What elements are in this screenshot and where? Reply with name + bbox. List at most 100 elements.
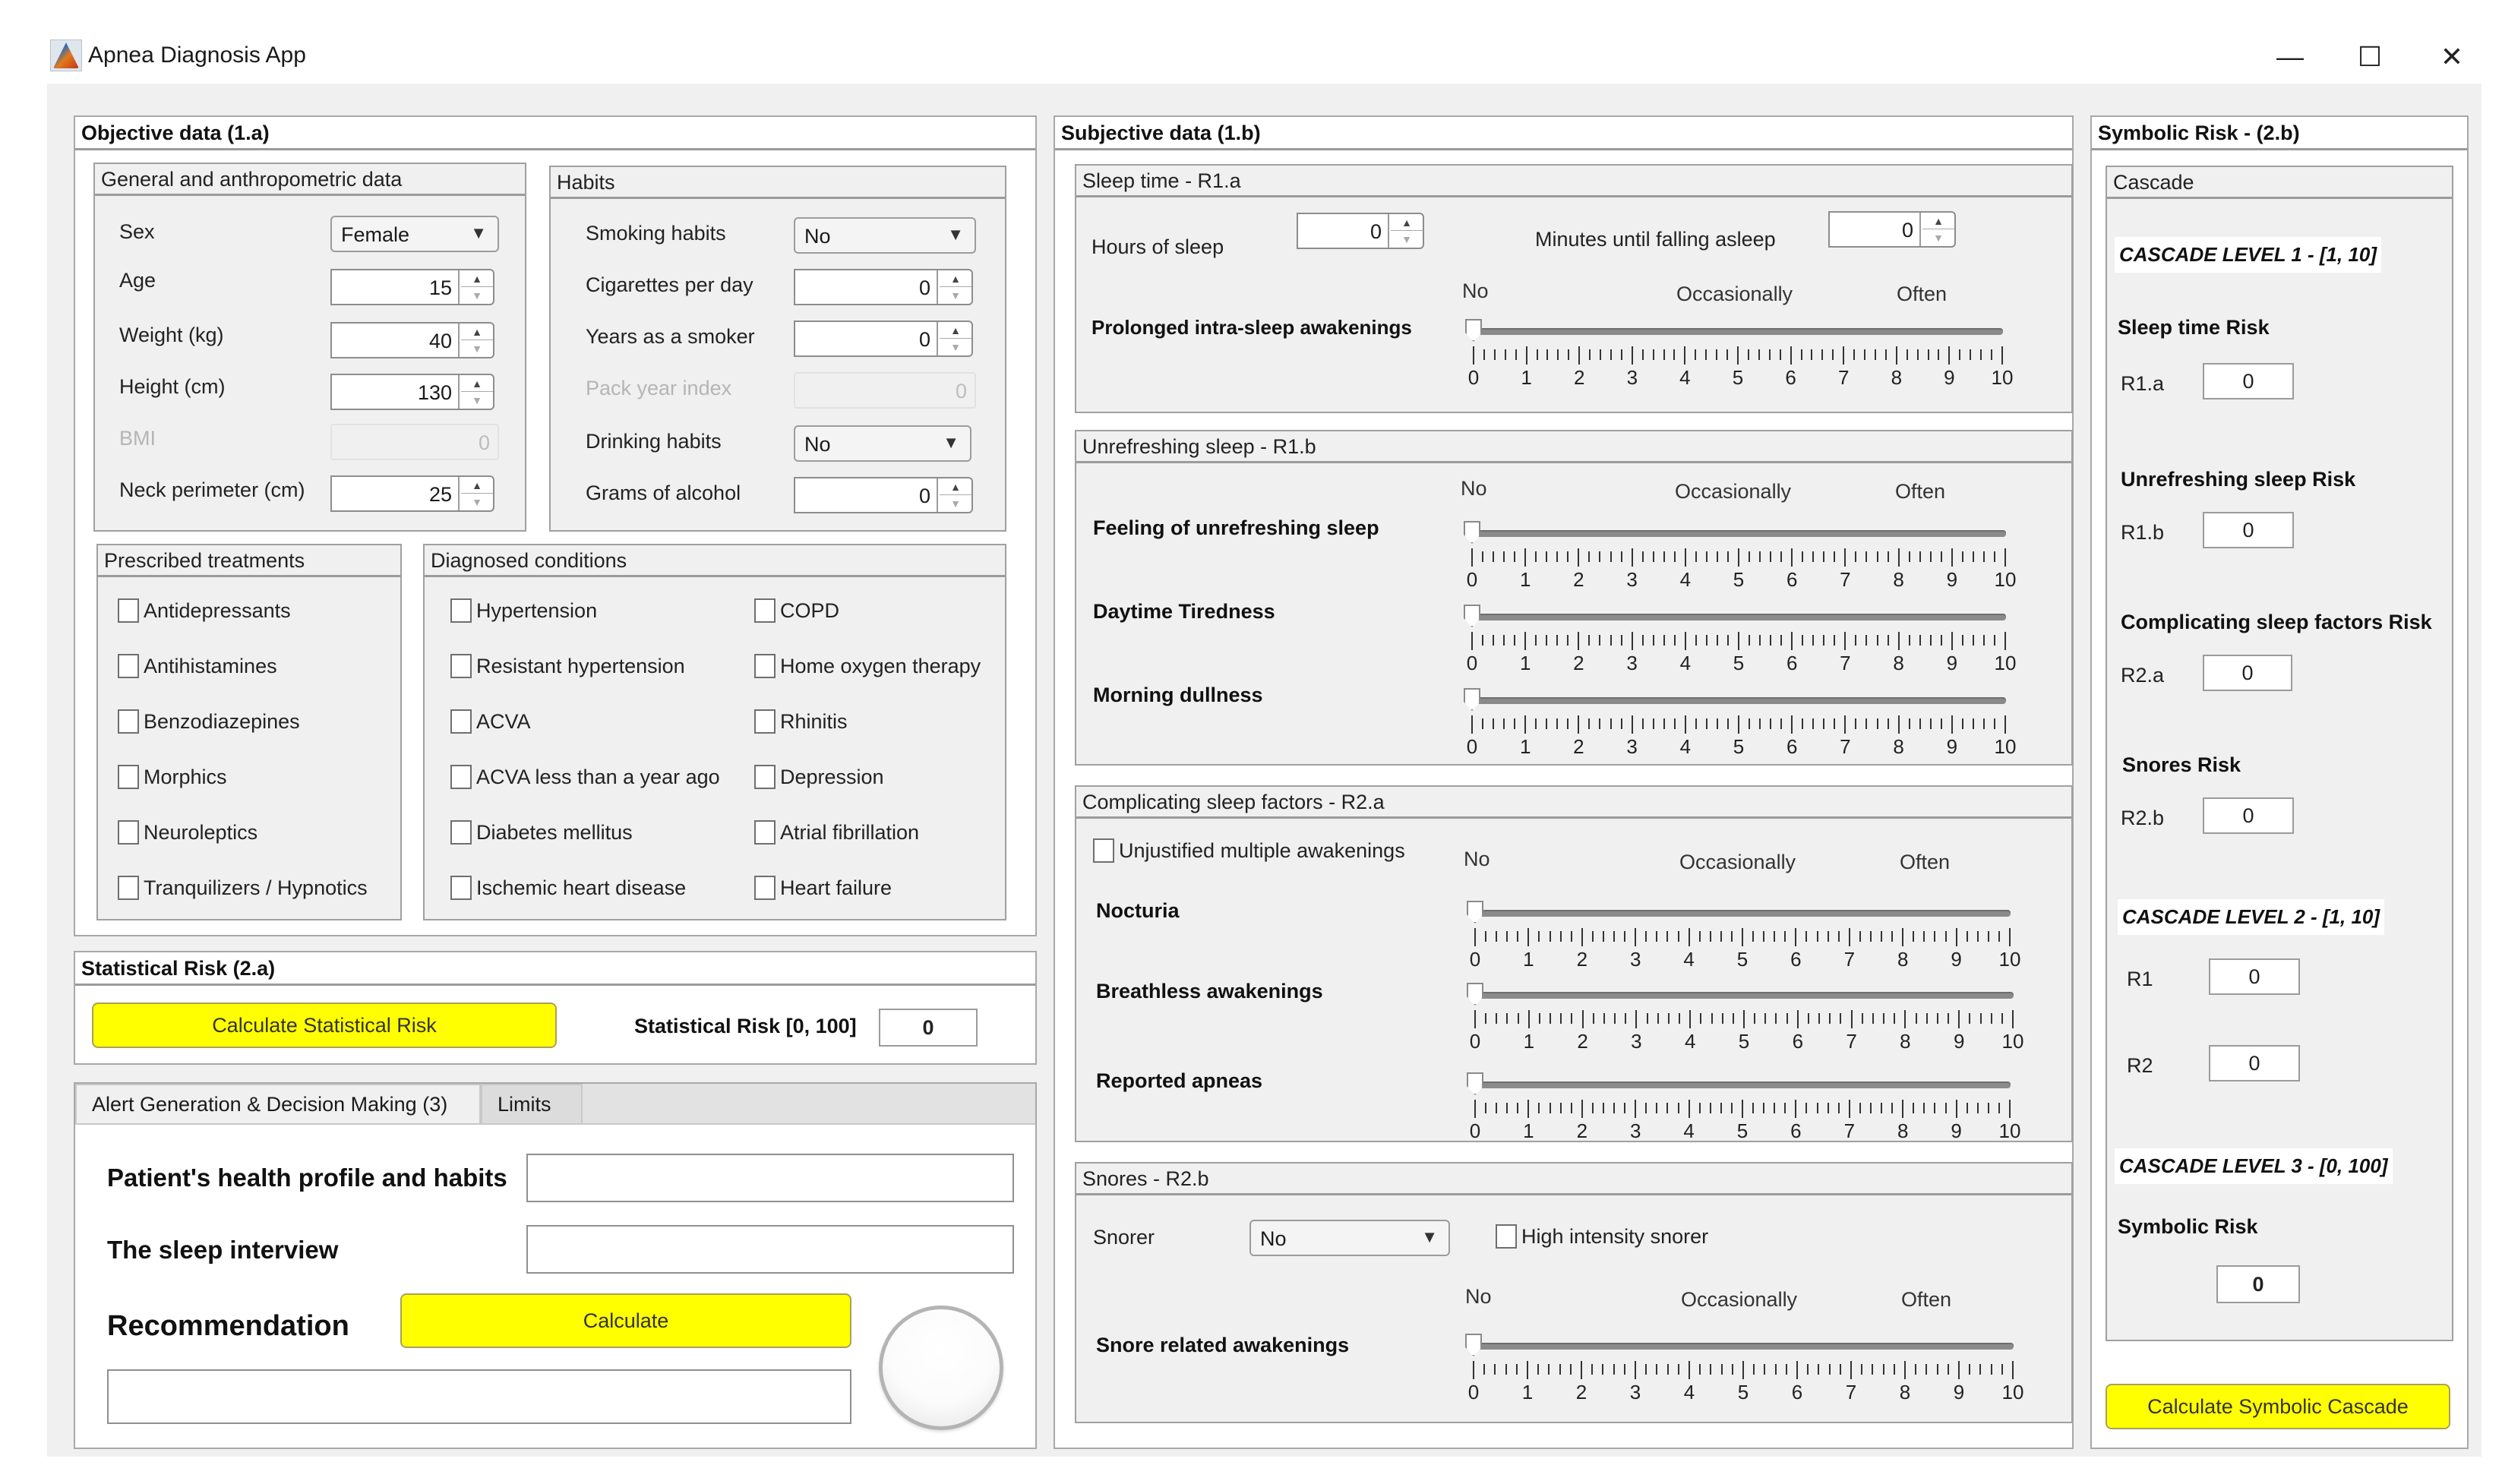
increment-arrow-icon[interactable]: ▲ bbox=[461, 324, 493, 340]
slider-track[interactable] bbox=[1471, 530, 2006, 537]
health-profile-field[interactable] bbox=[526, 1154, 1014, 1202]
daytime-tiredness-slider[interactable]: 0 1 2 3 4 5 6 7 8 9 10 bbox=[1464, 603, 2016, 674]
checkbox-box[interactable] bbox=[450, 765, 472, 789]
age-spinner[interactable]: 15 ▲ ▼ bbox=[330, 269, 494, 305]
increment-arrow-icon[interactable]: ▲ bbox=[1922, 213, 1954, 229]
slider-thumb[interactable] bbox=[1464, 688, 1480, 711]
checkbox-box[interactable] bbox=[118, 820, 139, 845]
slider-track[interactable] bbox=[1474, 992, 2014, 999]
slider-track[interactable] bbox=[1474, 910, 2011, 917]
decrement-arrow-icon[interactable]: ▼ bbox=[940, 339, 971, 355]
high-intensity-snorer-checkbox[interactable]: High intensity snorer bbox=[1496, 1224, 1708, 1249]
checkbox-box[interactable] bbox=[754, 654, 776, 678]
cigarettes-spinner[interactable]: 0 ▲ ▼ bbox=[794, 269, 973, 305]
condition-checkbox[interactable]: Heart failure bbox=[754, 876, 892, 900]
reported-apneas-slider[interactable]: 0 1 2 3 4 5 6 7 8 9 10 bbox=[1467, 1071, 2020, 1142]
checkbox-box[interactable] bbox=[450, 876, 472, 900]
years-smoker-spinner[interactable]: 0 ▲ ▼ bbox=[794, 320, 973, 357]
slider-thumb[interactable] bbox=[1467, 983, 1483, 1006]
decrement-arrow-icon[interactable]: ▼ bbox=[461, 287, 493, 304]
checkbox-box[interactable] bbox=[754, 709, 776, 734]
drinking-dropdown[interactable]: No ▼ bbox=[794, 425, 971, 462]
condition-checkbox[interactable]: Depression bbox=[754, 765, 884, 789]
increment-arrow-icon[interactable]: ▲ bbox=[940, 322, 971, 339]
checkbox-box[interactable] bbox=[1093, 838, 1114, 863]
increment-arrow-icon[interactable]: ▲ bbox=[940, 270, 971, 287]
neck-value[interactable]: 25 bbox=[332, 477, 460, 510]
minimize-icon[interactable]: — bbox=[2267, 38, 2313, 76]
slider-thumb[interactable] bbox=[1465, 319, 1482, 342]
checkbox-box[interactable] bbox=[118, 765, 139, 789]
checkbox-box[interactable] bbox=[754, 876, 776, 900]
checkbox-box[interactable] bbox=[754, 765, 776, 789]
checkbox-box[interactable] bbox=[118, 598, 139, 623]
slider-thumb[interactable] bbox=[1464, 605, 1480, 627]
minutes-asleep-spinner[interactable]: 0 ▲ ▼ bbox=[1828, 211, 1956, 248]
unrefreshing-feeling-slider[interactable]: 0 1 2 3 4 5 6 7 8 9 10 bbox=[1464, 519, 2016, 591]
increment-arrow-icon[interactable]: ▲ bbox=[461, 375, 493, 392]
condition-checkbox[interactable]: ACVA less than a year ago bbox=[450, 765, 720, 789]
condition-checkbox[interactable]: Hypertension bbox=[450, 598, 597, 623]
treatment-checkbox[interactable]: Tranquilizers / Hypnotics bbox=[118, 876, 368, 900]
checkbox-box[interactable] bbox=[450, 820, 472, 845]
slider-thumb[interactable] bbox=[1464, 521, 1480, 544]
slider-thumb[interactable] bbox=[1467, 1072, 1483, 1095]
condition-checkbox[interactable]: Diabetes mellitus bbox=[450, 820, 633, 845]
breathless-awakenings-slider[interactable]: 0 1 2 3 4 5 6 7 8 9 10 bbox=[1467, 981, 2023, 1053]
prolonged-awakenings-slider[interactable]: 0 1 2 3 4 5 6 7 8 9 10 bbox=[1465, 317, 2013, 389]
decrement-arrow-icon[interactable]: ▼ bbox=[461, 494, 493, 510]
alcohol-spinner[interactable]: 0 ▲ ▼ bbox=[794, 477, 973, 513]
close-icon[interactable]: ✕ bbox=[2429, 38, 2475, 76]
decrement-arrow-icon[interactable]: ▼ bbox=[1922, 229, 1954, 246]
sleep-interview-field[interactable] bbox=[526, 1225, 1014, 1274]
calculate-statistical-risk-button[interactable]: Calculate Statistical Risk bbox=[92, 1002, 557, 1048]
increment-arrow-icon[interactable]: ▲ bbox=[1391, 214, 1423, 231]
increment-arrow-icon[interactable]: ▲ bbox=[461, 477, 493, 494]
height-value[interactable]: 130 bbox=[332, 375, 460, 409]
alcohol-value[interactable]: 0 bbox=[795, 478, 938, 512]
hours-sleep-value[interactable]: 0 bbox=[1298, 214, 1389, 248]
cigarettes-value[interactable]: 0 bbox=[795, 270, 938, 304]
nocturia-slider[interactable]: 0 1 2 3 4 5 6 7 8 9 10 bbox=[1467, 899, 2020, 971]
checkbox-box[interactable] bbox=[450, 654, 472, 678]
slider-track[interactable] bbox=[1471, 614, 2006, 620]
slider-track[interactable] bbox=[1473, 328, 2003, 335]
morning-dullness-slider[interactable]: 0 1 2 3 4 5 6 7 8 9 10 bbox=[1464, 687, 2016, 758]
treatment-checkbox[interactable]: Benzodiazepines bbox=[118, 709, 300, 734]
minutes-asleep-value[interactable]: 0 bbox=[1830, 213, 1921, 246]
tab-alert-generation[interactable]: Alert Generation & Decision Making (3) bbox=[75, 1084, 481, 1123]
weight-value[interactable]: 40 bbox=[332, 324, 460, 357]
checkbox-box[interactable] bbox=[118, 654, 139, 678]
slider-track[interactable] bbox=[1474, 1081, 2011, 1088]
weight-spinner[interactable]: 40 ▲ ▼ bbox=[330, 322, 494, 358]
checkbox-box[interactable] bbox=[1496, 1224, 1517, 1249]
condition-checkbox[interactable]: Home oxygen therapy bbox=[754, 654, 981, 678]
sex-dropdown[interactable]: Female ▼ bbox=[330, 216, 499, 252]
decrement-arrow-icon[interactable]: ▼ bbox=[461, 392, 493, 409]
decrement-arrow-icon[interactable]: ▼ bbox=[940, 495, 971, 512]
condition-checkbox[interactable]: Atrial fibrillation bbox=[754, 820, 919, 845]
treatment-checkbox[interactable]: Morphics bbox=[118, 765, 227, 789]
maximize-icon[interactable]: ☐ bbox=[2347, 38, 2393, 76]
increment-arrow-icon[interactable]: ▲ bbox=[940, 478, 971, 495]
calculate-symbolic-cascade-button[interactable]: Calculate Symbolic Cascade bbox=[2106, 1384, 2450, 1429]
slider-thumb[interactable] bbox=[1467, 901, 1483, 924]
age-value[interactable]: 15 bbox=[332, 270, 460, 304]
condition-checkbox[interactable]: ACVA bbox=[450, 709, 531, 734]
decrement-arrow-icon[interactable]: ▼ bbox=[1391, 231, 1423, 248]
treatment-checkbox[interactable]: Antidepressants bbox=[118, 598, 291, 623]
checkbox-box[interactable] bbox=[118, 709, 139, 734]
neck-spinner[interactable]: 25 ▲ ▼ bbox=[330, 475, 494, 512]
hours-sleep-spinner[interactable]: 0 ▲ ▼ bbox=[1297, 213, 1424, 249]
calculate-button[interactable]: Calculate bbox=[400, 1293, 851, 1348]
increment-arrow-icon[interactable]: ▲ bbox=[461, 270, 493, 287]
unjustified-awakenings-checkbox[interactable]: Unjustified multiple awakenings bbox=[1093, 838, 1405, 863]
years-smoker-value[interactable]: 0 bbox=[795, 322, 938, 355]
snorer-dropdown[interactable]: No ▼ bbox=[1249, 1220, 1450, 1256]
tab-limits[interactable]: Limits bbox=[481, 1084, 583, 1123]
treatment-checkbox[interactable]: Neuroleptics bbox=[118, 820, 257, 845]
condition-checkbox[interactable]: COPD bbox=[754, 598, 839, 623]
checkbox-box[interactable] bbox=[450, 709, 472, 734]
checkbox-box[interactable] bbox=[118, 876, 139, 900]
snore-awakenings-slider[interactable]: 0 1 2 3 4 5 6 7 8 9 10 bbox=[1465, 1332, 2023, 1403]
